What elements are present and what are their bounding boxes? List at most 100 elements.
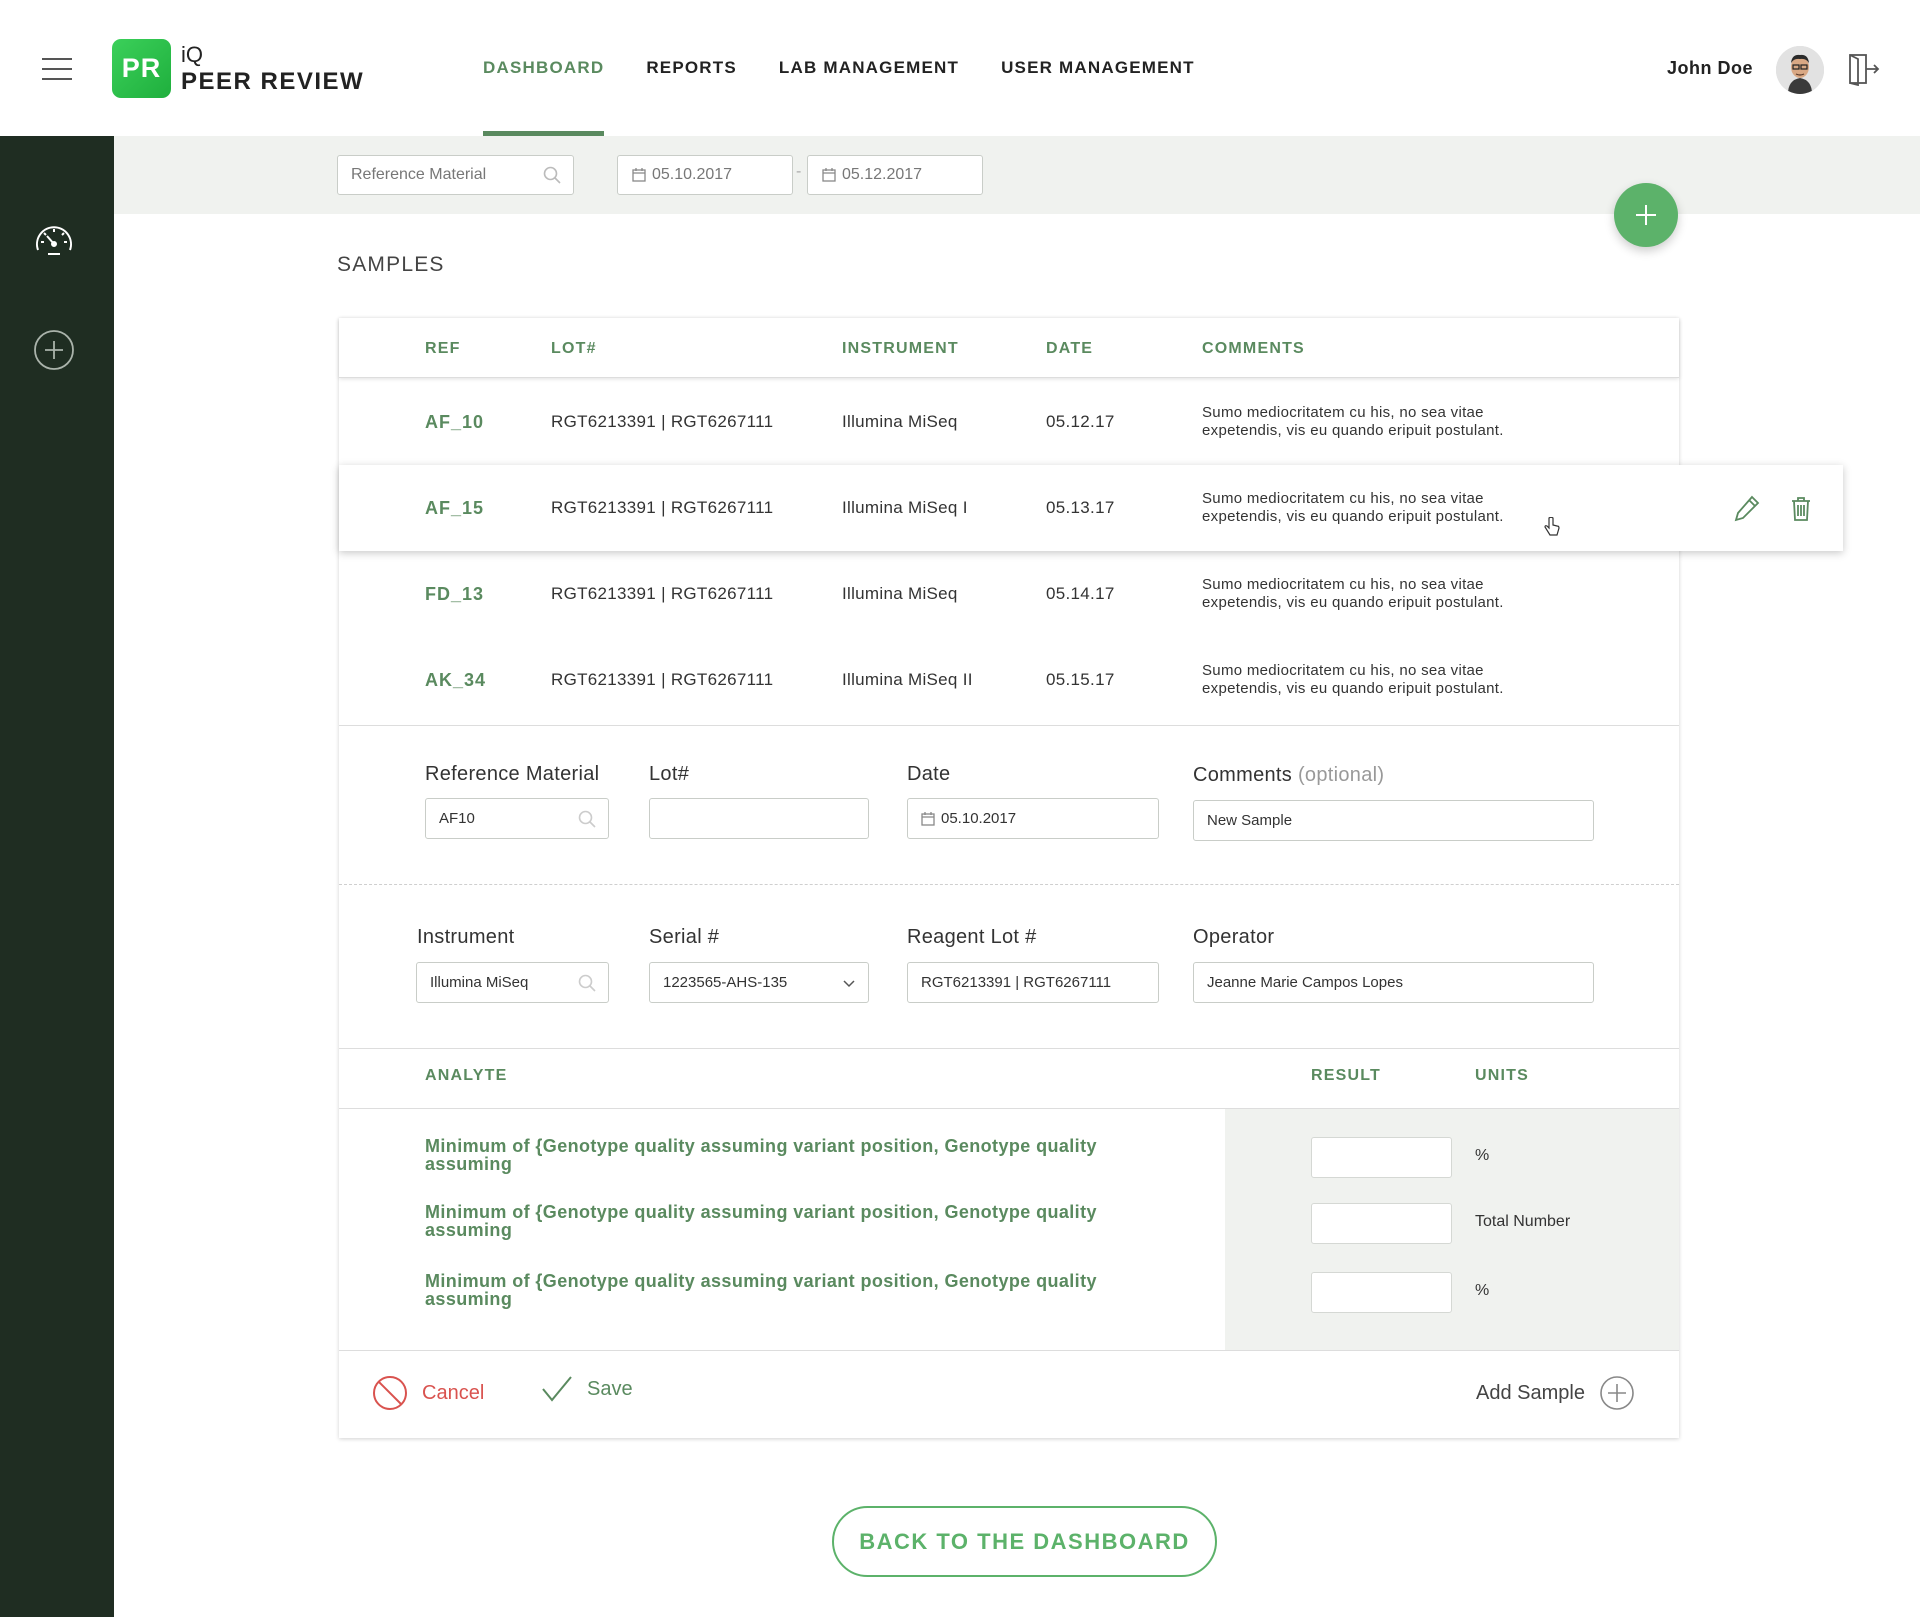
col-instrument[interactable]: INSTRUMENT [842, 340, 959, 358]
serial-label: Serial # [649, 926, 720, 948]
row-lot: RGT6213391 | RGT6267111 [551, 498, 774, 517]
analyte-name: Minimum of {Genotype quality assuming va… [425, 1137, 1165, 1173]
add-sample-button[interactable]: Add Sample [1476, 1375, 1635, 1411]
row-instrument: Illumina MiSeq I [842, 498, 968, 517]
table-row[interactable]: AF_10 RGT6213391 | RGT6267111 Illumina M… [339, 379, 1679, 465]
table-row[interactable]: FD_13 RGT6213391 | RGT6267111 Illumina M… [339, 551, 1679, 637]
save-label: Save [587, 1377, 633, 1400]
sidebar [0, 136, 114, 1617]
reference-input[interactable]: AF10 [425, 798, 609, 839]
plus-icon [1636, 205, 1656, 225]
logo-small-text: iQ [181, 42, 203, 67]
main-nav: DASHBOARD REPORTS LAB MANAGEMENT USER MA… [483, 0, 1237, 136]
row-ref: AK_34 [425, 669, 487, 690]
row-ref: AF_10 [425, 411, 485, 432]
dashboard-gauge-icon[interactable] [32, 220, 76, 264]
reagent-input[interactable]: RGT6213391 | RGT6267111 [907, 962, 1159, 1003]
row-date: 05.15.17 [1046, 670, 1115, 689]
operator-value: Jeanne Marie Campos Lopes [1207, 974, 1403, 991]
row-instrument: Illumina MiSeq [842, 412, 958, 431]
back-to-dashboard-button[interactable]: BACK TO THE DASHBOARD [832, 1506, 1217, 1577]
col-ref[interactable]: REF [425, 340, 461, 358]
date-label: Date [907, 763, 951, 785]
row-date: 05.13.17 [1046, 498, 1115, 517]
date-from-input[interactable]: 05.10.2017 [617, 155, 793, 195]
row-comments: Sumo mediocritatem cu his, no sea vitae … [1202, 662, 1504, 697]
result-input[interactable] [1311, 1203, 1452, 1244]
menu-icon[interactable] [42, 58, 72, 80]
row-lot: RGT6213391 | RGT6267111 [551, 412, 774, 431]
reference-filter-placeholder: Reference Material [351, 166, 487, 183]
analyte-name: Minimum of {Genotype quality assuming va… [425, 1203, 1165, 1239]
calendar-icon [822, 168, 836, 182]
comments-label: Comments (optional) [1193, 764, 1384, 787]
reference-filter-input[interactable]: Reference Material [337, 155, 574, 195]
comments-input[interactable]: New Sample [1193, 800, 1594, 841]
result-input[interactable] [1311, 1272, 1452, 1313]
reference-label: Reference Material [425, 763, 600, 785]
col-comments[interactable]: COMMENTS [1202, 340, 1305, 358]
delete-trash-icon[interactable] [1786, 493, 1816, 523]
checkmark-icon [542, 1376, 572, 1402]
date-to-input[interactable]: 05.12.2017 [807, 155, 983, 195]
date-from-value: 05.10.2017 [652, 166, 733, 183]
add-fab-button[interactable] [1614, 183, 1678, 247]
unit-label: % [1475, 1282, 1490, 1299]
search-icon [578, 810, 596, 828]
comments-label-text: Comments [1193, 764, 1293, 786]
reagent-value: RGT6213391 | RGT6267111 [921, 974, 1112, 991]
chevron-down-icon [843, 980, 855, 988]
date-value: 05.10.2017 [941, 810, 1017, 827]
analyte-name-line1: Minimum of {Genotype quality assuming va… [425, 1136, 1097, 1156]
dashed-divider [339, 884, 1679, 885]
date-to-value: 05.12.2017 [842, 166, 923, 183]
comments-value: New Sample [1207, 812, 1293, 829]
pointer-cursor-icon [1544, 517, 1560, 536]
nav-user-management[interactable]: USER MANAGEMENT [1001, 0, 1195, 136]
row-ref: FD_13 [425, 583, 485, 604]
date-input[interactable]: 05.10.2017 [907, 798, 1159, 839]
table-row[interactable]: AK_34 RGT6213391 | RGT6267111 Illumina M… [339, 637, 1679, 723]
col-lot[interactable]: LOT# [551, 340, 597, 358]
unit-label: Total Number [1475, 1213, 1571, 1230]
unit-label: % [1475, 1147, 1490, 1164]
serial-value: 1223565-AHS-135 [663, 974, 788, 991]
row-date: 05.14.17 [1046, 584, 1115, 603]
analyte-name-line1: Minimum of {Genotype quality assuming va… [425, 1202, 1097, 1222]
avatar[interactable] [1776, 46, 1824, 94]
edit-pencil-icon[interactable] [1732, 493, 1762, 523]
col-date[interactable]: DATE [1046, 340, 1093, 358]
col-analyte: ANALYTE [425, 1067, 508, 1084]
add-circle-icon[interactable] [32, 328, 76, 372]
table-row-hovered[interactable]: AF_15 RGT6213391 | RGT6267111 Illumina M… [339, 465, 1843, 551]
logout-icon[interactable] [1848, 52, 1880, 87]
lot-input[interactable] [649, 798, 869, 839]
reference-value: AF10 [439, 810, 475, 827]
row-lot: RGT6213391 | RGT6267111 [551, 584, 774, 603]
serial-select[interactable]: 1223565-AHS-135 [649, 962, 869, 1003]
cancel-icon [373, 1376, 407, 1410]
top-header: PR iQ PEER REVIEW DASHBOARD REPORTS LAB … [0, 0, 1920, 136]
search-icon [543, 166, 561, 184]
result-panel [1225, 1109, 1679, 1350]
nav-dashboard[interactable]: DASHBOARD [483, 0, 605, 136]
operator-input[interactable]: Jeanne Marie Campos Lopes [1193, 962, 1594, 1003]
row-ref: AF_15 [425, 497, 485, 518]
user-name[interactable]: John Doe [1667, 58, 1753, 79]
operator-label: Operator [1193, 926, 1275, 948]
samples-title: SAMPLES [337, 253, 445, 276]
instrument-input[interactable]: Illumina MiSeq [416, 962, 609, 1003]
search-icon [578, 974, 596, 992]
instrument-value: Illumina MiSeq [430, 974, 529, 991]
row-date: 05.12.17 [1046, 412, 1115, 431]
col-result: RESULT [1311, 1067, 1382, 1084]
cancel-button[interactable]: Cancel [372, 1375, 484, 1411]
result-input[interactable] [1311, 1137, 1452, 1178]
row-comments: Sumo mediocritatem cu his, no sea vitae … [1202, 404, 1504, 439]
cancel-label: Cancel [422, 1381, 485, 1404]
comments-optional: (optional) [1297, 764, 1385, 786]
nav-reports[interactable]: REPORTS [646, 0, 737, 136]
save-button[interactable]: Save [541, 1375, 633, 1403]
divider [339, 725, 1679, 726]
nav-lab-management[interactable]: LAB MANAGEMENT [779, 0, 959, 136]
